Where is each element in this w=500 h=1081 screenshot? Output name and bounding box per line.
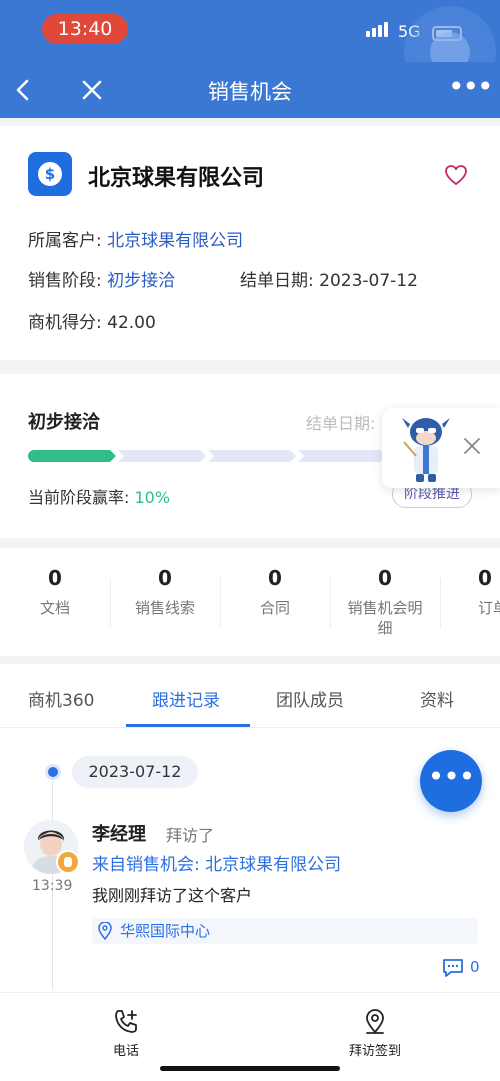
post-time: 13:39 [32, 878, 73, 894]
customer-link[interactable]: 北京球果有限公司 [107, 231, 243, 251]
phone-add-icon [115, 1010, 137, 1033]
location-checkin-icon [366, 1009, 384, 1034]
score-row: 商机得分: 42.00 [28, 308, 156, 333]
more-actions-fab[interactable]: ••• [420, 750, 482, 812]
stat-count: 0 [48, 566, 62, 590]
stage-title: 初步接洽 [28, 412, 100, 433]
close-date-value: 2023-07-12 [319, 271, 418, 291]
stat-count: 0 [268, 566, 282, 590]
active-tab-indicator [126, 724, 250, 727]
stage-progress-bar [28, 450, 386, 462]
post-author[interactable]: 李经理 [92, 820, 146, 846]
score-value: 42.00 [107, 313, 156, 333]
stat-documents[interactable]: 0 文档 [0, 566, 110, 618]
stage-value: 初步接洽 [107, 271, 176, 291]
stat-leads[interactable]: 0 销售线索 [110, 566, 220, 618]
tab-overview-360[interactable]: 商机360 [28, 686, 94, 711]
tab-team-members[interactable]: 团队成员 [276, 686, 344, 711]
win-rate-label: 当前阶段赢率: [28, 488, 130, 507]
post-action: 拜访了 [166, 826, 215, 845]
win-rate-value: 10% [134, 488, 171, 507]
status-time: 13:40 [42, 14, 128, 44]
page-title: 销售机会 [208, 80, 292, 104]
stage-close-date-label: 结单日期: [306, 414, 376, 433]
dollar-icon: $ [44, 165, 56, 183]
timeline-date: 2023-07-12 [72, 756, 198, 788]
company-name: 北京球果有限公司 [88, 166, 265, 191]
detail-tabs: 商机360 跟进记录 团队成员 资料 [0, 664, 500, 728]
score-label: 商机得分: [28, 313, 102, 333]
nav-bar: 销售机会 ••• [0, 62, 500, 118]
stat-contracts[interactable]: 0 合同 [220, 566, 330, 618]
customer-row: 所属客户: 北京球果有限公司 [28, 226, 243, 251]
progress-segment [28, 450, 116, 462]
win-rate: 当前阶段赢率: 10% [28, 484, 170, 508]
call-label: 电话 [112, 1044, 139, 1059]
stat-orders[interactable]: 0 订单 [440, 566, 500, 618]
favorite-heart-icon[interactable] [444, 164, 468, 186]
stat-label: 销售线索 [134, 599, 195, 617]
stat-count: 0 [478, 566, 492, 590]
tab-follow-up[interactable]: 跟进记录 [152, 686, 220, 711]
company-logo: $ [28, 152, 72, 196]
home-indicator [160, 1066, 340, 1071]
related-stats: 0 文档 0 销售线索 0 合同 0 销售机会明细 0 订单 [0, 548, 500, 656]
stage-row: 销售阶段: 初步接洽 [28, 266, 175, 291]
stat-count: 0 [158, 566, 172, 590]
progress-segment [208, 450, 296, 462]
post-location[interactable]: 华熙国际中心 [92, 918, 478, 944]
customer-label: 所属客户: [28, 231, 102, 251]
mascot-close-icon[interactable] [462, 436, 482, 456]
post-text: 我刚刚拜访了这个客户 [92, 886, 253, 905]
role-badge-icon [56, 850, 80, 874]
stage-label: 销售阶段: [28, 271, 102, 291]
comment-icon[interactable] [442, 958, 464, 978]
timeline-dot [48, 767, 58, 777]
comment-count: 0 [470, 958, 480, 976]
stat-opportunity-details[interactable]: 0 销售机会明细 [330, 566, 440, 638]
checkin-button[interactable]: 拜访签到 [346, 1008, 404, 1059]
stat-label: 销售机会明细 [347, 599, 423, 637]
stat-label: 文档 [39, 599, 70, 617]
signal-icon [366, 22, 388, 37]
post-source-link[interactable]: 来自销售机会: 北京球果有限公司 [92, 850, 341, 875]
progress-segment [118, 450, 206, 462]
mascot-popup [382, 408, 500, 488]
stat-label: 订单 [478, 599, 500, 617]
tab-materials[interactable]: 资料 [420, 686, 454, 711]
close-date-label: 结单日期: [240, 271, 314, 291]
progress-segment [298, 450, 386, 462]
close-date-row: 结单日期: 2023-07-12 [240, 266, 418, 291]
more-icon[interactable]: ••• [448, 73, 494, 106]
stat-count: 0 [378, 566, 392, 590]
stat-label: 合同 [259, 599, 290, 617]
mascot-cow-icon[interactable] [396, 412, 456, 484]
checkin-label: 拜访签到 [348, 1044, 401, 1059]
call-button[interactable]: 电话 [104, 1008, 148, 1059]
location-pin-icon [98, 922, 112, 940]
